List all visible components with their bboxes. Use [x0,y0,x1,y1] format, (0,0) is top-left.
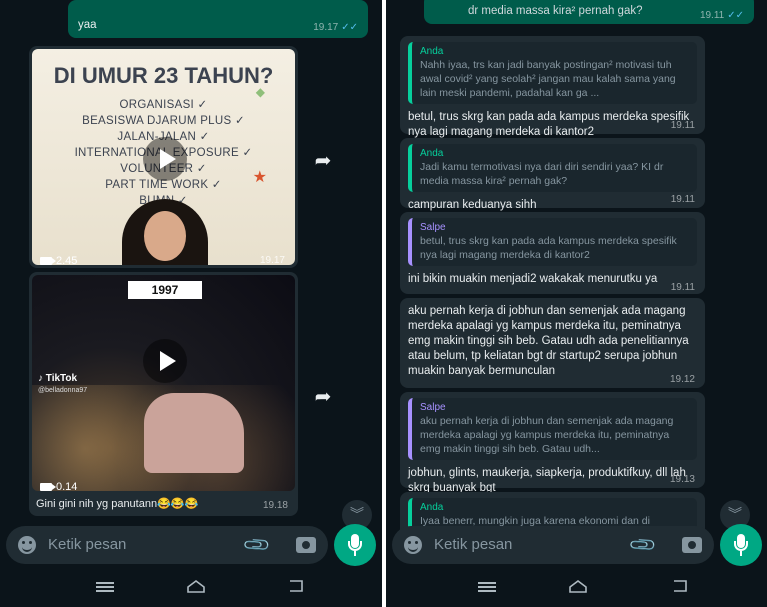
read-ticks-icon: ✓✓ [341,22,358,33]
read-ticks-icon: ✓✓ [727,10,744,21]
home-icon[interactable] [568,578,588,594]
video-thumbnail[interactable]: 1997 ♪ TikTok @belladonna97 0.14 [32,275,295,491]
video-camera-icon [40,483,56,491]
message-time: 19.11 [670,282,695,293]
message-input-box[interactable]: Ketik pesan 📎 [392,526,714,564]
message-text: aku pernah kerja di jobhun dan semenjak … [408,305,689,377]
message-composer: Ketik pesan 📎 [0,521,382,567]
emoji-icon[interactable] [404,536,422,554]
system-nav-bar [386,567,767,607]
quote-author: Salpe [420,222,446,233]
quote-author: Salpe [420,402,446,413]
back-icon[interactable] [286,578,306,594]
forward-icon[interactable]: ➦ [308,382,338,412]
message-time: 19.11 [670,194,695,205]
video-duration: 0.14 [40,481,77,491]
person-sitting [144,393,244,473]
attach-icon[interactable]: 📎 [242,530,273,561]
camera-icon[interactable] [296,537,316,553]
message-time: 19.17 ✓✓ [313,22,358,33]
message-input-box[interactable]: Ketik pesan 📎 [6,526,328,564]
message-bubble[interactable]: Anda Jadi kamu termotivasi nya dari diri… [400,138,705,211]
year-label: 1997 [128,281,202,299]
message-text: dr media massa kira² pernah gak? [468,5,643,17]
message-composer: Ketik pesan 📎 [386,521,767,567]
message-text: betul, trus skrg kan pada ada kampus mer… [408,111,690,138]
quote-text: Nahh iyaa, trs kan jadi banyak postingan… [420,59,676,99]
message-bubble[interactable]: Anda Nahh iyaa, trs kan jadi banyak post… [400,36,705,138]
system-nav-bar [0,567,382,607]
chat-panel-left: yaa 19.17 ✓✓ DI UMUR 23 TAHUN? ORGANISASI… [0,0,382,607]
quoted-reply[interactable]: Salpe betul, trus skrg kan pada ada kamp… [408,218,697,266]
message-text: yaa [78,19,97,31]
message-input-placeholder[interactable]: Ketik pesan [48,536,126,553]
quoted-reply[interactable]: Salpe aku pernah kerja di jobhun dan sem… [408,398,697,460]
message-time: 19.11 [670,120,695,131]
quote-text: betul, trus skrg kan pada ada kampus mer… [420,235,677,261]
message-bubble[interactable]: Salpe betul, trus skrg kan pada ada kamp… [400,212,705,294]
quote-author: Anda [420,148,444,159]
play-button[interactable] [143,137,187,181]
message-time: 19.17 [259,255,285,265]
message-input-placeholder[interactable]: Ketik pesan [434,536,512,553]
quote-author: Anda [420,46,444,57]
camera-icon[interactable] [682,537,702,553]
diamond-icon: ◆ [255,85,265,99]
home-icon[interactable] [186,578,206,594]
quoted-reply[interactable]: Anda Jadi kamu termotivasi nya dari diri… [408,144,697,192]
quote-text: aku pernah kerja di jobhun dan semenjak … [420,415,674,455]
tiktok-handle: @belladonna97 [38,387,88,394]
video-caption: Gini gini nih yg panutann😂😂😂 [36,498,199,510]
message-time: 19.11 ✓✓ [699,10,744,21]
list-item: ORGANISASI ✓ [119,99,208,111]
star-icon: ★ [252,169,267,186]
message-bubble[interactable]: Salpe aku pernah kerja di jobhun dan sem… [400,392,705,494]
mic-button[interactable] [334,524,376,566]
message-text: campuran keduanya sihh [408,199,537,211]
message-content: Salpe aku pernah kerja di jobhun dan sem… [408,398,697,496]
video-thumbnail[interactable]: DI UMUR 23 TAHUN? ORGANISASI ✓ BEASISWA … [32,49,295,265]
message-time: 19.12 [669,374,695,385]
quote-author: Anda [420,502,444,513]
video-camera-icon [40,257,56,265]
quote-text: Jadi kamu termotivasi nya dari diri send… [420,161,664,187]
quoted-reply[interactable]: Anda Nahh iyaa, trs kan jadi banyak post… [408,42,697,104]
tiktok-icon: ♪ [38,373,43,384]
play-button[interactable] [143,339,187,383]
face [144,211,186,261]
forward-icon[interactable]: ➦ [308,146,338,176]
message-content: Anda Jadi kamu termotivasi nya dari diri… [408,144,697,213]
message-bubble[interactable]: yaa 19.17 ✓✓ [68,0,368,38]
message-text: ini bikin muakin menjadi2 wakakak menuru… [408,273,658,285]
message-list[interactable]: dr media massa kira² pernah gak? 19.11 ✓✓… [386,0,767,535]
message-bubble[interactable]: dr media massa kira² pernah gak? 19.11 ✓✓ [424,0,754,24]
message-content: Anda Nahh iyaa, trs kan jadi banyak post… [408,42,697,140]
recent-apps-icon[interactable] [478,582,496,592]
video-duration: 2.45 [40,255,77,265]
message-content: aku pernah kerja di jobhun dan semenjak … [408,304,697,379]
emoji-icon[interactable] [18,536,36,554]
list-item: BEASISWA DJARUM PLUS ✓ [82,115,245,127]
message-time: 19.18 [262,500,288,511]
message-list[interactable]: yaa 19.17 ✓✓ DI UMUR 23 TAHUN? ORGANISASI… [0,0,382,535]
chat-panel-right: dr media massa kira² pernah gak? 19.11 ✓✓… [386,0,767,607]
mic-icon [740,551,742,556]
mic-button[interactable] [720,524,762,566]
attach-icon[interactable]: 📎 [628,530,659,561]
tiktok-logo: ♪ TikTok [38,373,78,384]
message-time: 19.13 [669,474,695,485]
message-content: Salpe betul, trus skrg kan pada ada kamp… [408,218,697,287]
recent-apps-icon[interactable] [96,582,114,592]
video-message[interactable]: 1997 ♪ TikTok @belladonna97 0.14 Gini gi… [29,272,298,516]
mic-icon [354,551,356,556]
back-icon[interactable] [670,578,690,594]
video-message[interactable]: DI UMUR 23 TAHUN? ORGANISASI ✓ BEASISWA … [29,46,298,268]
message-bubble[interactable]: aku pernah kerja di jobhun dan semenjak … [400,298,705,388]
